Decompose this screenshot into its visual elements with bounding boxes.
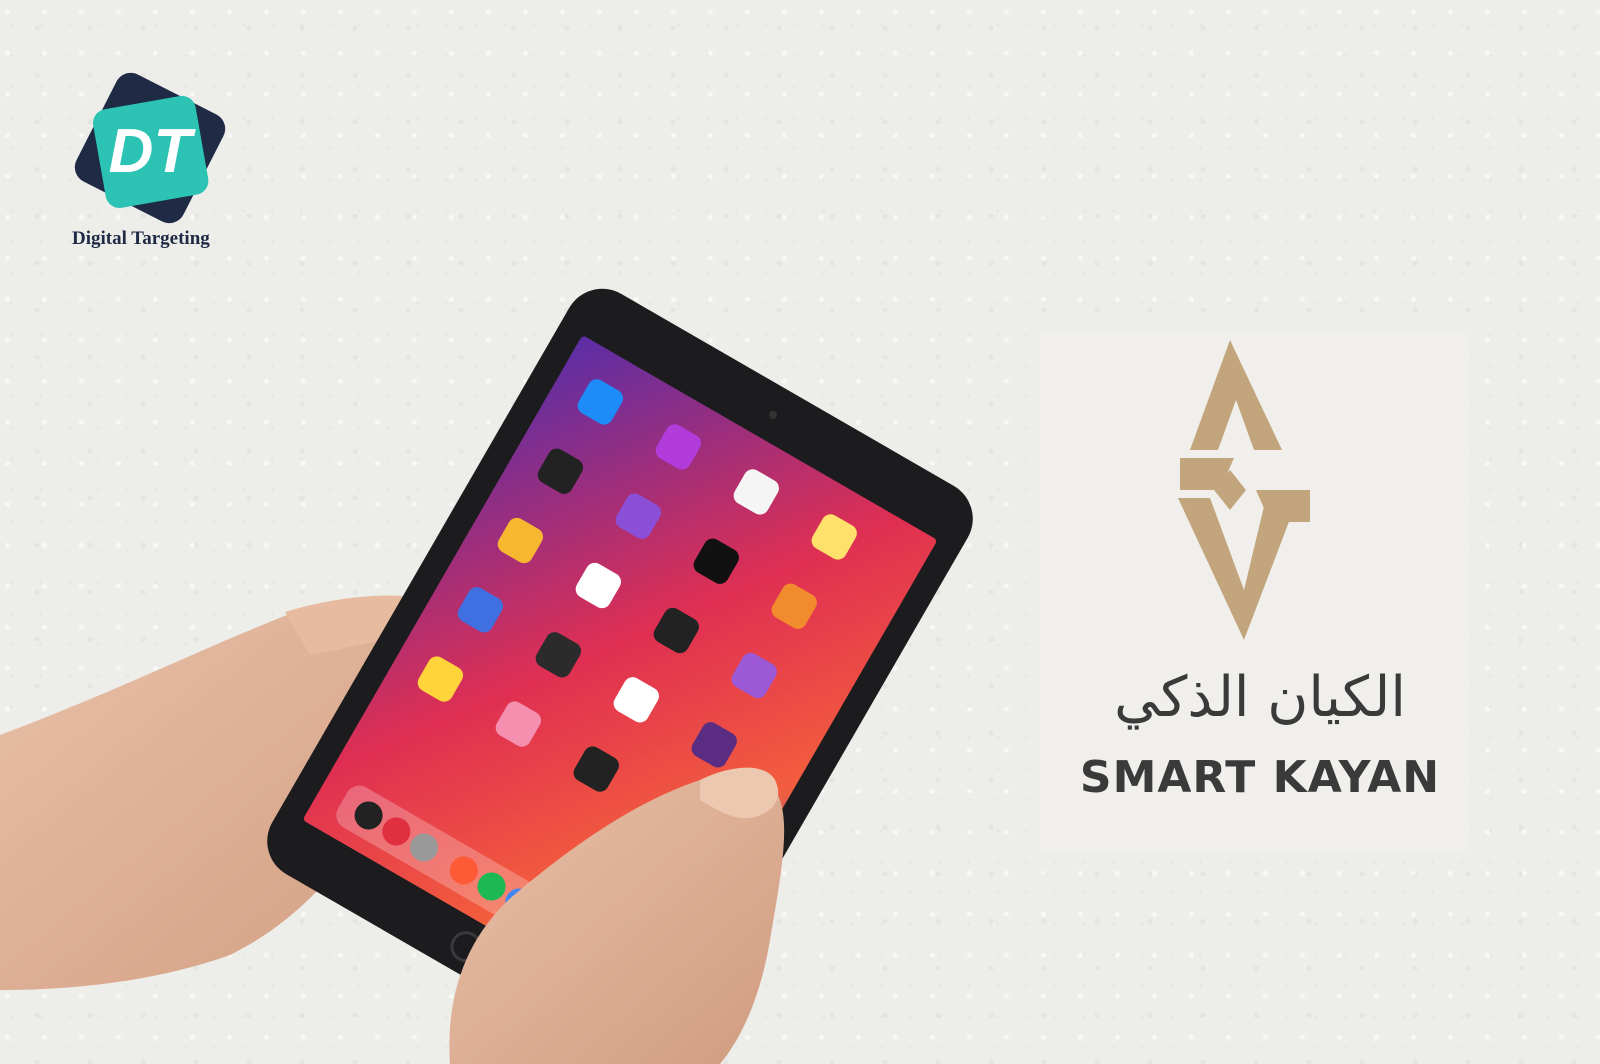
tablet-photo — [0, 288, 973, 1064]
